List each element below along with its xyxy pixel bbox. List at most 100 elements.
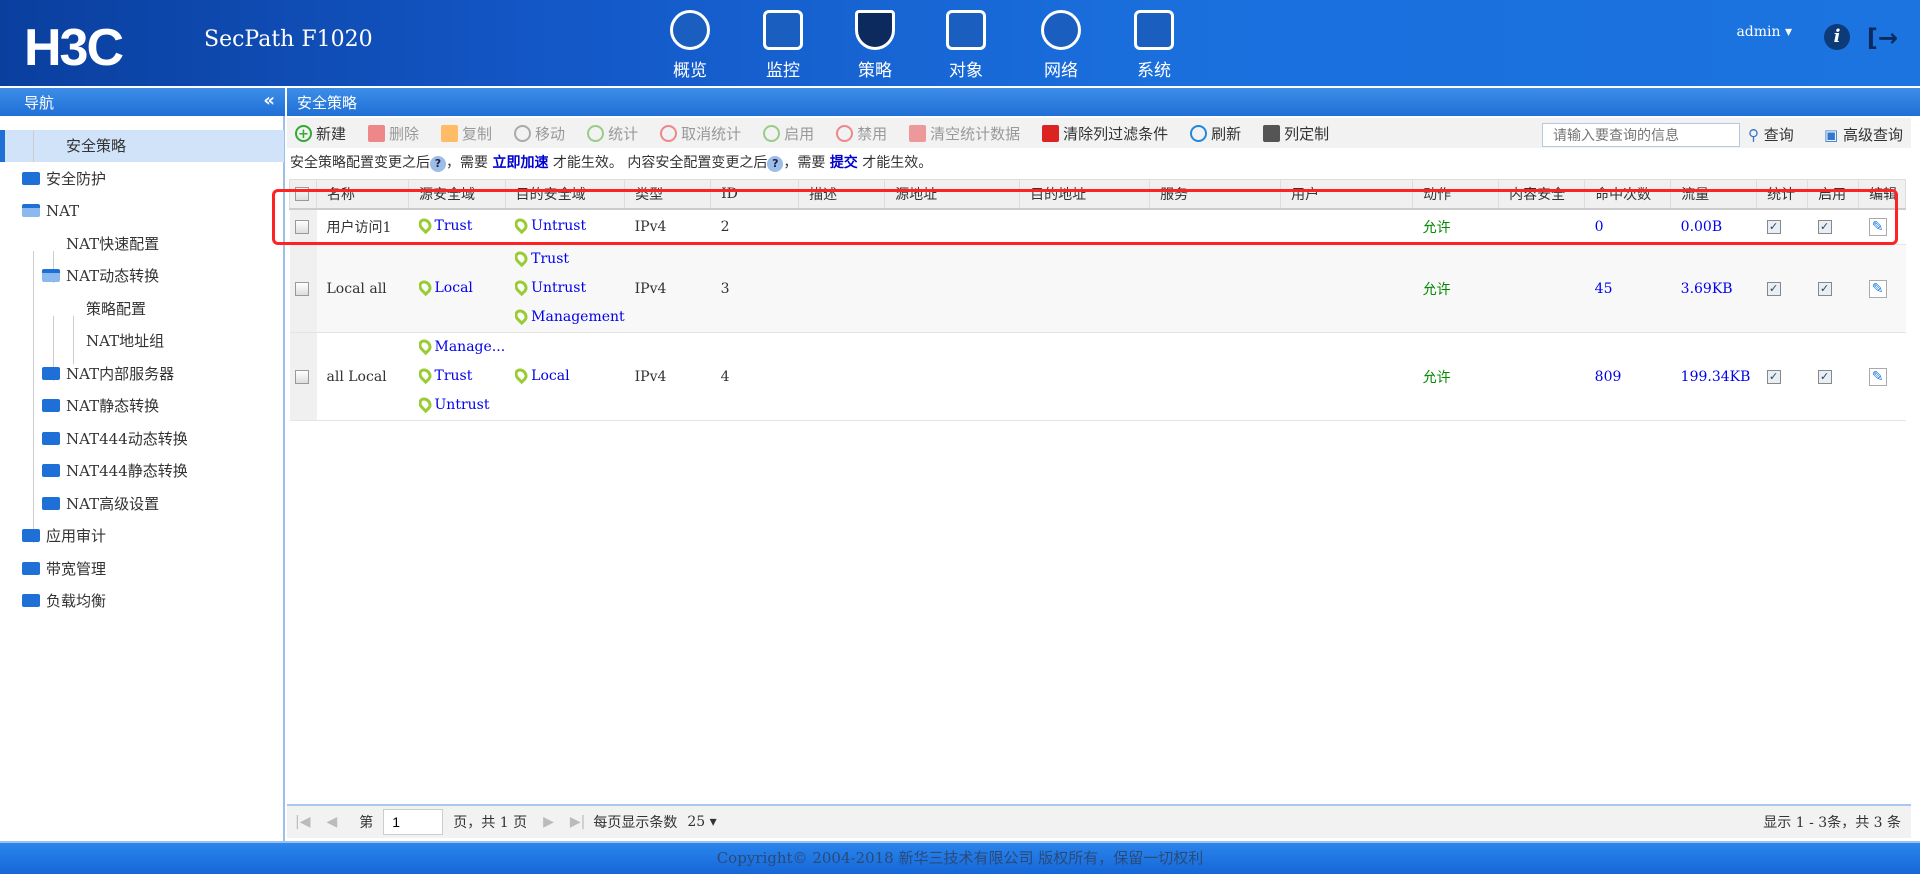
column-header[interactable]: 类型: [624, 179, 712, 210]
column-header[interactable]: 用户: [1280, 179, 1414, 210]
sidebar-item[interactable]: NAT动态转换: [42, 261, 159, 291]
column-header[interactable]: 目的安全域: [504, 179, 626, 210]
zone-pin-icon: [515, 216, 531, 235]
per-page-select[interactable]: 25 ▾: [687, 814, 716, 830]
toolbar-button[interactable]: 删除: [368, 123, 419, 144]
sidebar-item[interactable]: 安全防护: [22, 164, 106, 194]
zone-link[interactable]: Untrust: [515, 212, 625, 241]
toolbar-button[interactable]: 复制: [441, 123, 492, 144]
column-header[interactable]: 目的地址: [1019, 179, 1151, 210]
user-menu[interactable]: admin ▾: [1736, 24, 1792, 40]
submit-link[interactable]: 提交: [830, 155, 858, 171]
sidebar-item[interactable]: 应用审计: [22, 521, 106, 551]
column-header[interactable]: 启用: [1807, 179, 1860, 210]
column-header[interactable]: 源地址: [884, 179, 1021, 210]
toolbar-button[interactable]: 禁用: [836, 123, 887, 144]
row-checkbox[interactable]: [294, 281, 309, 296]
sidebar-item[interactable]: NAT444静态转换: [42, 456, 188, 486]
column-header[interactable]: 内容安全: [1498, 179, 1586, 210]
toolbar-button[interactable]: 清空统计数据: [909, 123, 1020, 144]
toolbar-button[interactable]: + 新建: [295, 123, 346, 144]
topnav-label: 策略: [858, 61, 892, 81]
zone-link[interactable]: Untrust: [418, 391, 506, 420]
topnav-4[interactable]: 网络: [1016, 10, 1106, 81]
zone-link[interactable]: Trust: [418, 212, 506, 241]
sidebar-item[interactable]: NAT快速配置: [66, 229, 159, 259]
topnav-0[interactable]: 概览: [645, 10, 735, 81]
enabled-checkbox[interactable]: ✓: [1817, 281, 1832, 296]
sidebar-item[interactable]: 带宽管理: [22, 554, 106, 584]
select-all-checkbox[interactable]: [295, 186, 309, 201]
sidebar-item[interactable]: 安全策略: [66, 131, 126, 161]
column-header[interactable]: 编辑: [1858, 179, 1907, 210]
row-checkbox[interactable]: [294, 219, 309, 234]
toolbar-button[interactable]: 列定制: [1263, 123, 1329, 144]
column-header[interactable]: 命中次数: [1584, 179, 1672, 210]
collapse-icon[interactable]: «: [263, 90, 275, 111]
topnav-2[interactable]: 策略: [830, 10, 920, 81]
edit-icon[interactable]: ✎: [1868, 279, 1887, 298]
toolbar-button[interactable]: 清除列过滤条件: [1042, 123, 1168, 144]
ban-icon: [836, 124, 854, 142]
column-header[interactable]: 服务: [1149, 179, 1282, 210]
last-page-button[interactable]: ▶|: [570, 814, 585, 830]
enabled-checkbox[interactable]: ✓: [1817, 219, 1832, 234]
stats-checkbox[interactable]: ✓: [1766, 219, 1781, 234]
page-input[interactable]: [383, 809, 444, 835]
accelerate-link[interactable]: 立即加速: [492, 155, 548, 171]
topnav-1[interactable]: 监控: [738, 10, 828, 81]
toolbar-button[interactable]: 启用: [763, 123, 814, 144]
src-zone-cell: Manage... Trust Untrust: [408, 332, 506, 421]
enabled-checkbox[interactable]: ✓: [1817, 369, 1832, 384]
edit-icon[interactable]: ✎: [1868, 217, 1887, 236]
help-icon[interactable]: ?: [430, 156, 446, 172]
search-input[interactable]: [1542, 123, 1740, 147]
sidebar-item[interactable]: NAT高级设置: [42, 489, 159, 519]
toolbar-button[interactable]: 移动: [514, 123, 565, 144]
topnav-3[interactable]: 对象: [921, 10, 1011, 81]
zone-link[interactable]: Management: [515, 303, 625, 332]
stats-checkbox[interactable]: ✓: [1766, 281, 1781, 296]
toolbar-button[interactable]: 刷新: [1190, 123, 1241, 144]
zone-pin-icon: [418, 394, 434, 414]
zone-link[interactable]: Trust: [515, 245, 625, 274]
stats-checkbox[interactable]: ✓: [1766, 369, 1781, 384]
sidebar-item[interactable]: NAT444动态转换: [42, 424, 188, 454]
column-header[interactable]: 源安全域: [408, 179, 506, 210]
column-header[interactable]: 动作: [1412, 179, 1500, 210]
sidebar-item[interactable]: NAT静态转换: [42, 391, 159, 421]
toolbar-button[interactable]: 统计: [587, 123, 638, 144]
table-row[interactable]: 用户访问1 Trust Untrust IPv4 2 允许 0 0.00B ✓ ✓ ✎: [289, 208, 1906, 245]
sidebar-item[interactable]: NAT地址组: [86, 326, 164, 356]
zone-link[interactable]: Manage...: [418, 333, 505, 362]
zone-link[interactable]: Trust: [418, 362, 506, 391]
prev-page-button[interactable]: ◀: [326, 814, 337, 830]
column-header[interactable]: 流量: [1670, 179, 1758, 210]
table-row[interactable]: all Local Manage... Trust Untrust Local IPv4 4…: [289, 332, 1906, 421]
selected-highlight: [0, 130, 284, 162]
info-icon[interactable]: i: [1824, 24, 1850, 50]
zone-link[interactable]: Local: [515, 362, 625, 391]
zone-link[interactable]: Local: [418, 274, 506, 303]
first-page-button[interactable]: |◀: [295, 814, 310, 830]
check-circle-icon: [587, 124, 605, 142]
sidebar-item[interactable]: 策略配置: [86, 294, 146, 324]
column-header[interactable]: ID: [710, 179, 800, 210]
zone-link[interactable]: Untrust: [515, 274, 625, 303]
query-button[interactable]: ⚲ 查询: [1748, 124, 1794, 145]
column-header[interactable]: 描述: [798, 179, 886, 210]
row-checkbox[interactable]: [294, 369, 309, 384]
next-page-button[interactable]: ▶: [543, 814, 554, 830]
column-header[interactable]: 名称: [316, 179, 409, 210]
logout-icon[interactable]: [→: [1867, 24, 1898, 52]
sidebar-item[interactable]: 负载均衡: [22, 586, 106, 616]
advanced-query-button[interactable]: ▣ 高级查询: [1824, 124, 1903, 145]
sidebar-item[interactable]: NAT: [22, 196, 79, 226]
sidebar-item[interactable]: NAT内部服务器: [42, 359, 174, 389]
toolbar-button[interactable]: 取消统计: [660, 123, 741, 144]
edit-icon[interactable]: ✎: [1868, 367, 1887, 386]
topnav-5[interactable]: 系统: [1109, 10, 1199, 81]
column-header[interactable]: 统计: [1756, 179, 1809, 210]
help-icon[interactable]: ?: [767, 156, 784, 172]
table-row[interactable]: Local all Local Trust Untrust Management IPv4…: [289, 244, 1906, 333]
